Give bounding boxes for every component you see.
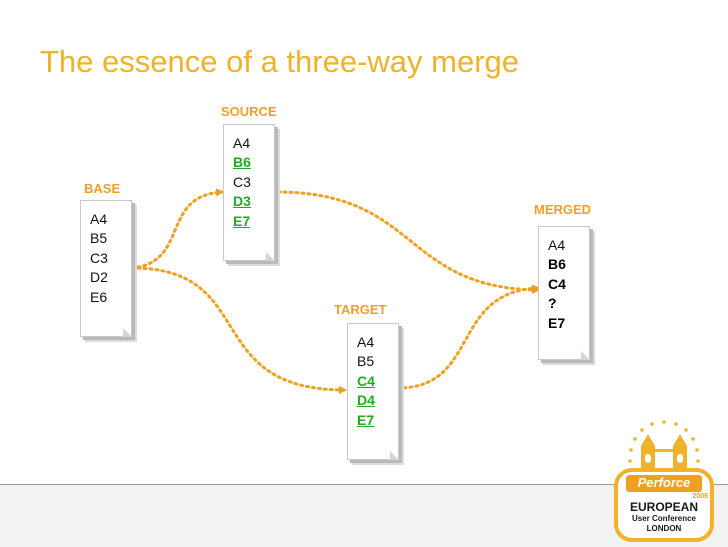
target-line-5: E7 bbox=[357, 411, 375, 428]
arrow-base-to-source bbox=[130, 188, 224, 270]
base-line-1: A4 bbox=[90, 211, 108, 227]
arrow-base-to-target bbox=[130, 266, 347, 394]
merged-line-5: E7 bbox=[548, 314, 566, 331]
merged-label: MERGED bbox=[534, 202, 592, 217]
logo-line-user-conference: User Conference bbox=[631, 514, 697, 523]
source-line-5: E7 bbox=[233, 212, 251, 229]
target-label: TARGET bbox=[334, 302, 387, 317]
target-line-2: B5 bbox=[357, 353, 375, 370]
page-fold-icon bbox=[123, 328, 132, 337]
conference-logo: Perforce 2006 EUROPEAN User Conference L… bbox=[614, 416, 714, 542]
target-document: A4 B5 C4 D4 E7 bbox=[347, 323, 399, 460]
logo-line-london: LONDON bbox=[646, 524, 682, 533]
merged-line-4: ? bbox=[548, 295, 557, 312]
logo-year: 2006 bbox=[692, 493, 708, 500]
merged-lines: A4 B6 C4 ? E7 bbox=[548, 236, 566, 333]
merged-line-1: A4 bbox=[548, 237, 566, 253]
page-fold-icon bbox=[266, 252, 275, 261]
base-label: BASE bbox=[84, 181, 121, 196]
source-document: A4 B6 C3 D3 E7 bbox=[223, 124, 275, 261]
base-lines: A4 B5 C3 D2 E6 bbox=[90, 210, 108, 307]
page-fold-icon bbox=[581, 351, 590, 360]
source-line-1: A4 bbox=[233, 135, 251, 151]
arrow-source-to-merged bbox=[270, 190, 540, 294]
merged-line-3: C4 bbox=[548, 275, 566, 292]
base-document: A4 B5 C3 D2 E6 bbox=[80, 200, 132, 337]
source-line-3: C3 bbox=[233, 173, 251, 190]
logo-line-european: EUROPEAN bbox=[629, 500, 698, 514]
source-label: SOURCE bbox=[221, 104, 277, 119]
base-line-5: E6 bbox=[90, 288, 108, 305]
logo-brand: Perforce bbox=[637, 475, 691, 490]
target-line-1: A4 bbox=[357, 334, 375, 350]
target-lines: A4 B5 C4 D4 E7 bbox=[357, 333, 375, 430]
source-line-2: B6 bbox=[233, 154, 251, 171]
merged-document: A4 B6 C4 ? E7 bbox=[538, 226, 590, 360]
target-line-4: D4 bbox=[357, 392, 375, 409]
merged-line-2: B6 bbox=[548, 256, 566, 273]
target-line-3: C4 bbox=[357, 372, 375, 389]
base-line-2: B5 bbox=[90, 230, 108, 247]
source-lines: A4 B6 C3 D3 E7 bbox=[233, 134, 251, 231]
page-fold-icon bbox=[390, 451, 399, 460]
base-line-3: C3 bbox=[90, 249, 108, 266]
arrow-target-to-merged bbox=[396, 284, 540, 390]
source-line-4: D3 bbox=[233, 193, 251, 210]
base-line-4: D2 bbox=[90, 269, 108, 286]
